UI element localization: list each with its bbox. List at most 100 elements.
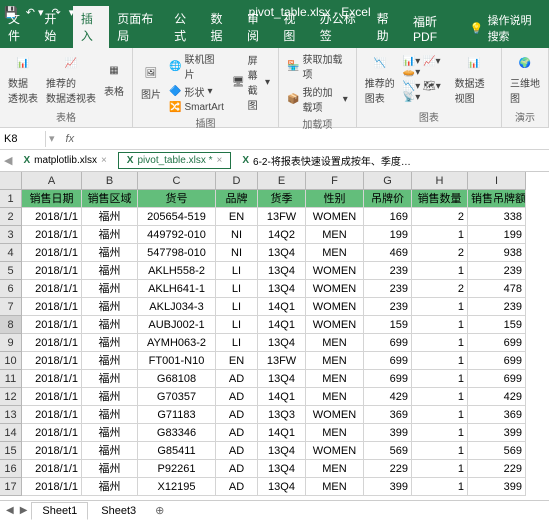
cell[interactable]: 13Q4 [258,280,306,298]
cell[interactable]: 1 [412,388,468,406]
cell[interactable]: 569 [364,442,412,460]
cell[interactable]: 1 [412,334,468,352]
cell[interactable]: 399 [364,478,412,496]
cell[interactable]: MEN [306,352,364,370]
cell[interactable]: 2018/1/1 [22,460,82,478]
cell[interactable]: MEN [306,424,364,442]
cell[interactable]: 福州 [82,226,138,244]
row-header-9[interactable]: 9 [0,334,22,352]
cell[interactable]: 699 [364,334,412,352]
cell[interactable]: 13FW [258,352,306,370]
add-sheet-button[interactable]: ⊕ [149,504,170,517]
cell[interactable]: 1 [412,460,468,478]
cell[interactable]: WOMEN [306,280,364,298]
cell[interactable]: 2018/1/1 [22,442,82,460]
cell[interactable]: 239 [468,262,526,280]
cell[interactable]: 吊牌价 [364,190,412,208]
cell[interactable]: AD [216,370,258,388]
col-header-E[interactable]: E [258,172,306,190]
cell[interactable]: 13Q4 [258,262,306,280]
screenshot-button[interactable]: 🖥 屏幕截图 ▾ [230,51,272,113]
cell[interactable]: WOMEN [306,208,364,226]
tab-file[interactable]: 文件 [0,6,36,48]
cell[interactable]: 福州 [82,334,138,352]
cell[interactable]: MEN [306,478,364,496]
name-box[interactable]: K8 [0,131,46,147]
cell[interactable]: 福州 [82,460,138,478]
cell[interactable]: LI [216,298,258,316]
cell[interactable]: 1 [412,262,468,280]
row-header-12[interactable]: 12 [0,388,22,406]
cell[interactable]: 13Q4 [258,442,306,460]
cell[interactable]: 2 [412,208,468,226]
sheet-tab-1[interactable]: Sheet3 [90,502,147,520]
online-pictures-button[interactable]: 🌐 联机图片 [167,50,226,82]
cell[interactable]: 369 [468,406,526,424]
doc-tab-2[interactable]: X6-2-将报表快速设置成按年、季度、月进行汇总—日期型数据快速分组.xlsx [233,150,422,171]
cell[interactable]: LI [216,280,258,298]
cell[interactable]: 1 [412,478,468,496]
cell[interactable]: 1 [412,424,468,442]
3dmap-button[interactable]: 🌍三维地 图 [508,51,542,107]
cell[interactable]: 2018/1/1 [22,280,82,298]
cell[interactable]: 2 [412,244,468,262]
cell[interactable]: 13Q4 [258,334,306,352]
cell[interactable]: 2018/1/1 [22,370,82,388]
row-header-16[interactable]: 16 [0,460,22,478]
cell[interactable]: 2018/1/1 [22,262,82,280]
cell[interactable]: 699 [468,352,526,370]
cell[interactable]: 福州 [82,262,138,280]
tab-help[interactable]: 帮助 [369,6,405,48]
cell[interactable]: 福州 [82,298,138,316]
cell[interactable]: 2018/1/1 [22,478,82,496]
row-header-7[interactable]: 7 [0,298,22,316]
cell[interactable]: 547798-010 [138,244,216,262]
tell-me-search[interactable]: 💡 操作说明搜索 [462,8,549,48]
cell[interactable]: 2018/1/1 [22,298,82,316]
row-header-14[interactable]: 14 [0,424,22,442]
cell[interactable]: G68108 [138,370,216,388]
cell[interactable]: NI [216,244,258,262]
cell[interactable]: 销售区域 [82,190,138,208]
cell[interactable]: 销售吊牌额 [468,190,526,208]
cell[interactable]: 2018/1/1 [22,316,82,334]
name-box-dropdown[interactable]: ▾ [46,132,58,145]
cell[interactable]: 13Q4 [258,244,306,262]
row-header-11[interactable]: 11 [0,370,22,388]
fx-button[interactable]: fx [62,133,79,145]
cell[interactable]: 699 [468,370,526,388]
cell[interactable]: P92261 [138,460,216,478]
cell[interactable]: 159 [364,316,412,334]
cell[interactable]: 2018/1/1 [22,208,82,226]
cell[interactable]: 福州 [82,388,138,406]
cell[interactable]: AKLH641-1 [138,280,216,298]
cell[interactable]: FT001-N10 [138,352,216,370]
pictures-button[interactable]: 🖼图片 [139,62,163,103]
tab-home[interactable]: 开始 [36,6,72,48]
cell[interactable]: MEN [306,388,364,406]
cell[interactable]: EN [216,352,258,370]
cell[interactable]: MEN [306,226,364,244]
cell[interactable]: X12195 [138,478,216,496]
cell[interactable]: WOMEN [306,406,364,424]
cell[interactable]: 699 [468,334,526,352]
smartart-button[interactable]: 🔀 SmartArt [167,101,226,114]
col-header-G[interactable]: G [364,172,412,190]
row-header-4[interactable]: 4 [0,244,22,262]
cell[interactable]: 福州 [82,424,138,442]
cell[interactable]: 销售数量 [412,190,468,208]
col-header-A[interactable]: A [22,172,82,190]
row-header-10[interactable]: 10 [0,352,22,370]
pivotchart-button[interactable]: 📊数据透视图 [453,51,495,107]
cell[interactable]: 2018/1/1 [22,406,82,424]
cell[interactable]: 14Q1 [258,424,306,442]
cell[interactable]: 239 [468,298,526,316]
tab-officetab[interactable]: 办公标签 [312,6,369,48]
cell[interactable]: 销售日期 [22,190,82,208]
row-header-2[interactable]: 2 [0,208,22,226]
row-header-8[interactable]: 8 [0,316,22,334]
cell[interactable]: 399 [468,478,526,496]
row-header-1[interactable]: 1 [0,190,22,208]
cell[interactable]: NI [216,226,258,244]
row-header-17[interactable]: 17 [0,478,22,496]
